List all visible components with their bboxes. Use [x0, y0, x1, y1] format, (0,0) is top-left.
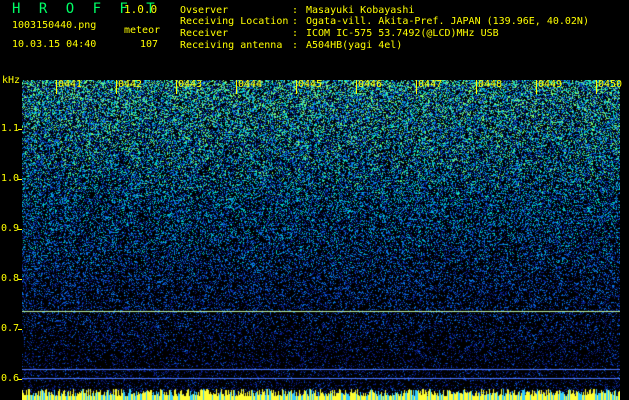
observer-label: Ovserver	[180, 5, 229, 16]
antenna-separator: :	[292, 40, 299, 51]
y-tick-1-1: 1.1	[1, 123, 20, 134]
location-label: Receiving Location	[180, 16, 289, 27]
x-tick-0449: 0449	[538, 79, 563, 90]
receiver-separator: :	[292, 28, 299, 39]
x-tick-0445: 0445	[298, 79, 323, 90]
x-tick-0444: 0444	[238, 79, 263, 90]
y-tick-0-9: 0.9	[1, 223, 20, 234]
x-tick-mark	[596, 80, 597, 94]
y-tick-mark	[18, 379, 22, 380]
y-tick-0-6: 0.6	[1, 373, 20, 384]
y-tick-1-0: 1.0	[1, 173, 20, 184]
x-tick-0448: 0448	[478, 79, 503, 90]
x-tick-mark	[356, 80, 357, 94]
x-tick-mark	[476, 80, 477, 94]
datetime-label: 10.03.15 04:40	[12, 39, 97, 50]
location-value: Ogata-vill. Akita-Pref. JAPAN (139.96E, …	[306, 16, 589, 27]
y-tick-mark	[18, 179, 22, 180]
antenna-value: A504HB(yagi 4el)	[306, 40, 403, 51]
x-tick-mark	[56, 80, 57, 94]
x-tick-0441: 0441	[58, 79, 83, 90]
antenna-label: Receiving antenna	[180, 40, 283, 51]
receiver-value: ICOM IC-575 53.7492(@LCD)MHz USB	[306, 28, 499, 39]
x-tick-0446: 0446	[358, 79, 383, 90]
y-tick-0-8: 0.8	[1, 273, 20, 284]
receiver-label: Receiver	[180, 28, 229, 39]
observer-value: Masayuki Kobayashi	[306, 5, 415, 16]
meteor-count: 107	[140, 39, 159, 50]
app-version: 1.0.0	[124, 3, 158, 16]
location-separator: :	[292, 16, 299, 27]
x-tick-0443: 0443	[178, 79, 203, 90]
y-tick-mark	[18, 229, 22, 230]
y-tick-mark	[18, 329, 22, 330]
x-tick-mark	[236, 80, 237, 94]
spectrogram-display	[22, 80, 620, 400]
frequency-unit-label: kHz	[2, 75, 21, 86]
x-tick-mark	[416, 80, 417, 94]
observer-separator: :	[292, 5, 299, 16]
x-tick-mark	[176, 80, 177, 94]
x-tick-0450: 0450	[598, 79, 623, 90]
x-tick-0447: 0447	[418, 79, 443, 90]
x-tick-mark	[116, 80, 117, 94]
y-tick-mark	[18, 279, 22, 280]
meteor-label: meteor	[124, 25, 161, 36]
x-tick-0442: 0442	[118, 79, 143, 90]
x-tick-mark	[536, 80, 537, 94]
filename-label: 1003150440.png	[12, 20, 97, 31]
x-tick-mark	[296, 80, 297, 94]
y-tick-0-7: 0.7	[1, 323, 20, 334]
y-tick-mark	[18, 129, 22, 130]
